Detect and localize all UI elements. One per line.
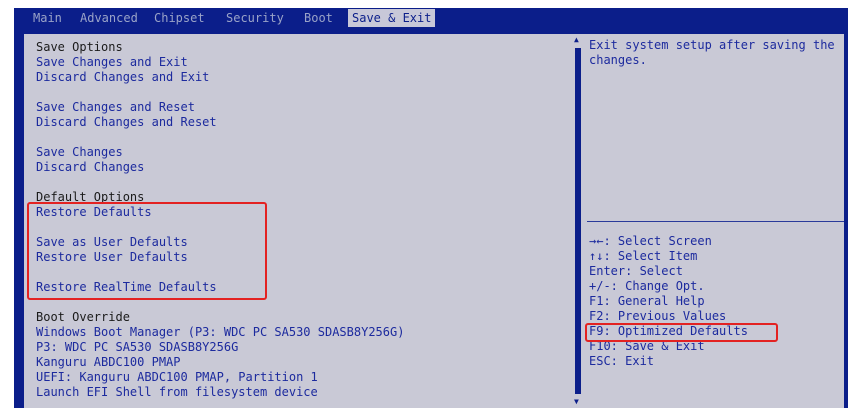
boot-item-windows-boot-manager[interactable]: Windows Boot Manager (P3: WDC PC SA530 S… [36,325,404,340]
save-changes-and-reset-item[interactable]: Save Changes and Reset [36,100,195,115]
scrollbar[interactable]: ▲ ▼ [573,34,583,408]
boot-item-uefi-kanguru[interactable]: UEFI: Kanguru ABDC100 PMAP, Partition 1 [36,370,318,385]
key-select-item: ↑↓: Select Item [589,249,698,263]
key-esc-exit: ESC: Exit [589,354,655,368]
save-changes-and-exit-item[interactable]: Save Changes and Exit [36,55,188,70]
content-panel: Save Options Save Changes and Exit Disca… [24,34,844,408]
discard-changes-and-exit-item[interactable]: Discard Changes and Exit [36,70,209,85]
boot-item-kanguru[interactable]: Kanguru ABDC100 PMAP [36,355,181,370]
discard-changes-and-reset-item[interactable]: Discard Changes and Reset [36,115,217,130]
menu-bar: Main Advanced Chipset Security Boot Save… [14,8,848,28]
tab-boot[interactable]: Boot [304,9,333,27]
scroll-down-icon[interactable]: ▼ [574,398,579,406]
optimized-defaults-highlight-box [585,323,778,342]
scroll-up-icon[interactable]: ▲ [574,36,579,44]
boot-item-efi-shell[interactable]: Launch EFI Shell from filesystem device [36,385,318,400]
tab-main[interactable]: Main [33,9,62,27]
help-divider [587,221,844,222]
tab-chipset[interactable]: Chipset [154,9,205,27]
help-description: Exit system setup after saving the chang… [589,38,842,67]
boot-override-header: Boot Override [36,310,130,324]
save-options-header: Save Options [36,40,123,54]
boot-item-wdc-drive[interactable]: P3: WDC PC SA530 SDASB8Y256G [36,340,238,355]
scrollbar-thumb[interactable] [575,48,581,394]
bios-frame: Save Options Save Changes and Exit Disca… [14,28,848,408]
discard-changes-item[interactable]: Discard Changes [36,160,144,175]
key-enter-select: Enter: Select [589,264,683,278]
help-panel: Exit system setup after saving the chang… [585,34,844,408]
tab-security[interactable]: Security [226,9,284,27]
key-previous-values: F2: Previous Values [589,309,727,323]
defaults-highlight-box [27,202,267,300]
key-general-help: F1: General Help [589,294,705,308]
options-list: Save Options Save Changes and Exit Disca… [24,34,572,408]
save-changes-item[interactable]: Save Changes [36,145,123,160]
key-legend: →←: Select Screen ↑↓: Select Item Enter:… [589,234,748,369]
key-change-opt: +/-: Change Opt. [589,279,705,293]
tab-save-exit[interactable]: Save & Exit [348,9,436,27]
tab-advanced[interactable]: Advanced [80,9,138,27]
key-select-screen: →←: Select Screen [589,234,712,248]
